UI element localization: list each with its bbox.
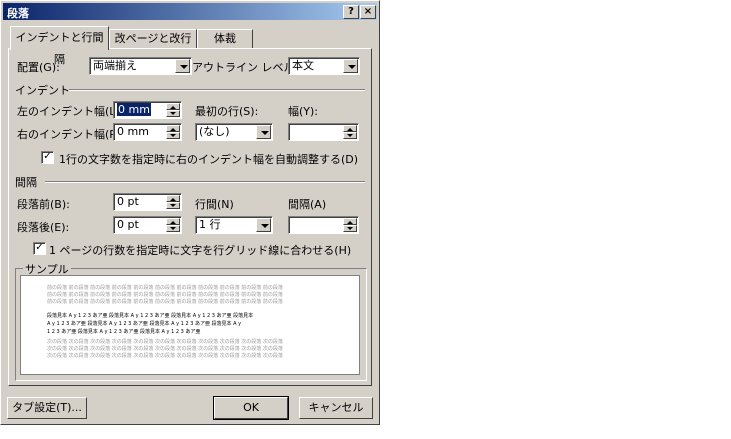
before-label: 段落前(B): (17, 198, 70, 211)
left-indent-value: 0 mm (117, 103, 151, 116)
preview-next-line: 次の段落 次の段落 次の段落 次の段落 次の段落 次の段落 次の段落 次の段落 … (47, 346, 283, 352)
preview-prev-line: 前の段落 前の段落 前の段落 前の段落 前の段落 前の段落 前の段落 前の段落 … (47, 292, 283, 298)
grid-snap-label: 1 ページの行数を指定時に文字を行グリッド線に合わせる(H) (49, 244, 352, 257)
right-indent-input[interactable]: 0 mm (113, 123, 182, 141)
left-indent-spinner[interactable] (166, 103, 180, 117)
before-input[interactable]: 0 pt (113, 193, 182, 211)
left-indent-input[interactable]: 0 mm (113, 101, 182, 119)
window-title: 段落 (7, 7, 29, 20)
paragraph-dialog: 段落 ? × インデントと行間隔 改ページと改行 体裁 配置(G): 両端揃え … (0, 0, 380, 425)
before-spinner[interactable] (166, 195, 180, 209)
spin-up-icon[interactable] (343, 125, 357, 132)
spin-up-icon[interactable] (166, 218, 180, 225)
spin-down-icon[interactable] (343, 225, 357, 232)
indent-divider (69, 89, 365, 91)
left-indent-label: 左のインデント幅(L): (17, 105, 124, 118)
preview-next-line: 次の段落 次の段落 次の段落 次の段落 次の段落 次の段落 次の段落 次の段落 … (47, 353, 283, 359)
spacing-section-title: 間隔 (15, 176, 37, 189)
spin-down-icon[interactable] (343, 132, 357, 139)
preview-next-line: 次の段落 次の段落 次の段落 次の段落 次の段落 次の段落 次の段落 次の段落 … (47, 339, 283, 345)
tab-typography[interactable]: 体裁 (197, 29, 253, 49)
spacing-at-label: 間隔(A) (288, 198, 327, 211)
spin-up-icon[interactable] (166, 195, 180, 202)
line-spacing-select[interactable]: 1 行 (195, 216, 273, 234)
grid-snap-checkbox[interactable]: ✓ (33, 242, 46, 255)
chevron-down-icon[interactable] (256, 125, 271, 139)
ok-button[interactable]: OK (213, 396, 289, 420)
spacing-at-input[interactable] (288, 216, 359, 234)
right-indent-spinner[interactable] (166, 125, 180, 139)
spacing-divider (45, 181, 365, 183)
chevron-down-icon[interactable] (175, 59, 190, 73)
alignment-value: 両端揃え (93, 59, 137, 72)
tab-indent-spacing[interactable]: インデントと行間隔 (10, 26, 109, 66)
title-bar[interactable]: 段落 ? × (3, 3, 377, 20)
line-spacing-label: 行間(N) (195, 198, 234, 211)
width-spinner[interactable] (343, 125, 357, 139)
tab-settings-button[interactable]: タブ設定(T)... (7, 397, 87, 419)
spin-up-icon[interactable] (343, 218, 357, 225)
first-line-select[interactable]: (なし) (195, 123, 273, 141)
auto-indent-label: 1行の文字数を指定時に右のインデント幅を自動調整する(D) (59, 153, 359, 166)
outline-value: 本文 (292, 59, 314, 72)
spin-up-icon[interactable] (166, 125, 180, 132)
alignment-select[interactable]: 両端揃え (89, 57, 192, 75)
chevron-down-icon[interactable] (343, 59, 358, 73)
preview-prev-line: 前の段落 前の段落 前の段落 前の段落 前の段落 前の段落 前の段落 前の段落 … (47, 299, 283, 305)
right-indent-label: 右のインデント幅(R): (17, 128, 125, 141)
spin-down-icon[interactable] (166, 110, 180, 117)
preview-prev-line: 前の段落 前の段落 前の段落 前の段落 前の段落 前の段落 前の段落 前の段落 … (47, 285, 283, 291)
after-value: 0 pt (117, 218, 139, 231)
spin-down-icon[interactable] (166, 132, 180, 139)
preview-current-line: 段落見本 A y 1 2 3 あア亜 段落見本 A y 1 2 3 あア亜 段落… (47, 313, 254, 319)
right-indent-value: 0 mm (117, 125, 149, 138)
width-input[interactable] (288, 123, 359, 141)
after-spinner[interactable] (166, 218, 180, 232)
close-button[interactable]: × (360, 5, 376, 19)
width-label: 幅(Y): (288, 105, 319, 118)
spin-down-icon[interactable] (166, 225, 180, 232)
preview-current-line: 1 2 3 あア亜 段落見本 A y 1 2 3 あア亜 段落見本 A y 1 … (47, 329, 201, 335)
spin-up-icon[interactable] (166, 103, 180, 110)
preview-current-line: A y 1 2 3 あア亜 段落見本 A y 1 2 3 あア亜 段落見本 A … (47, 321, 242, 327)
tab-panel: 配置(G): 両端揃え アウトライン レベル(O): 本文 インデント 左のイン… (8, 48, 372, 386)
sample-preview: 前の段落 前の段落 前の段落 前の段落 前の段落 前の段落 前の段落 前の段落 … (20, 275, 360, 375)
first-line-value: (なし) (199, 125, 230, 138)
spacing-at-spinner[interactable] (343, 218, 357, 232)
outline-level-select[interactable]: 本文 (288, 57, 360, 75)
cancel-button[interactable]: キャンセル (299, 397, 373, 419)
auto-indent-checkbox[interactable]: ✓ (41, 151, 54, 164)
spin-down-icon[interactable] (166, 202, 180, 209)
help-button[interactable]: ? (343, 5, 359, 19)
line-spacing-value: 1 行 (199, 218, 221, 231)
chevron-down-icon[interactable] (256, 218, 271, 232)
indent-section-title: インデント (15, 84, 70, 97)
first-line-label: 最初の行(S): (195, 105, 259, 118)
tab-line-page-breaks[interactable]: 改ページと改行 (109, 29, 197, 49)
after-input[interactable]: 0 pt (113, 216, 182, 234)
after-label: 段落後(E): (17, 221, 70, 234)
before-value: 0 pt (117, 195, 139, 208)
